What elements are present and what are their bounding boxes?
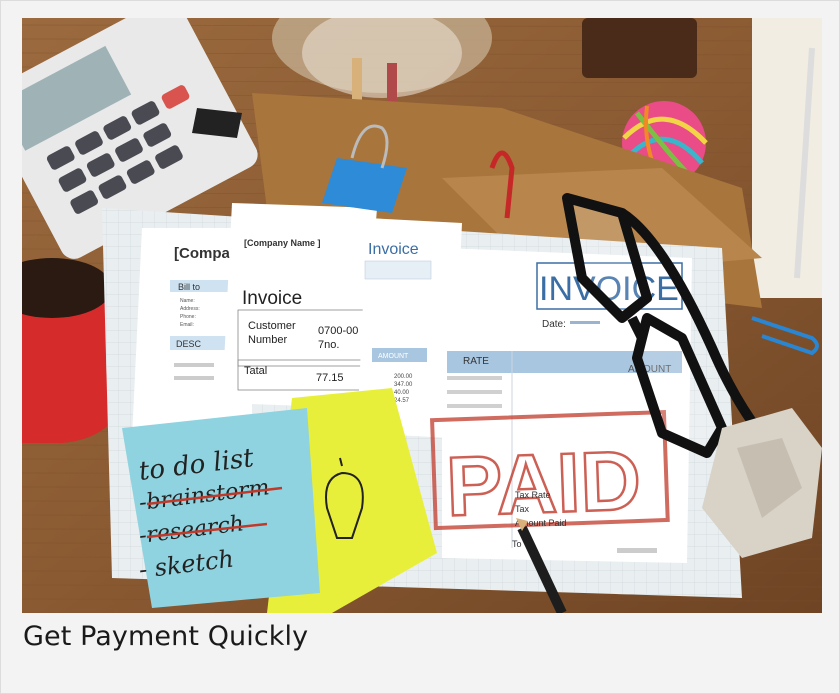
svg-text:To: To xyxy=(512,539,522,549)
svg-text:Phone:: Phone: xyxy=(180,314,196,320)
sticky-note-blue: to do list -brainstorm -research - sketc… xyxy=(122,408,320,608)
svg-text:347.00: 347.00 xyxy=(394,382,413,388)
svg-text:Address:: Address: xyxy=(180,306,200,312)
svg-text:Name:: Name: xyxy=(180,298,195,304)
svg-text:Tax Rate: Tax Rate xyxy=(515,490,551,500)
invoice-small-title: Invoice xyxy=(242,288,302,309)
svg-text:DESC: DESC xyxy=(176,339,202,349)
wallet xyxy=(582,18,697,78)
svg-text:0700-00: 0700-00 xyxy=(318,325,358,337)
svg-text:Email:: Email: xyxy=(180,322,194,328)
invoice-small: [Company Name ] Invoice Customer Number … xyxy=(222,203,377,408)
svg-text:40.00: 40.00 xyxy=(394,390,410,396)
svg-text:77.15: 77.15 xyxy=(316,372,344,384)
svg-text:24.57: 24.57 xyxy=(394,398,410,404)
svg-text:Customer: Customer xyxy=(248,320,296,332)
invoice-left-billto: Bill to xyxy=(178,282,200,292)
invoice-left-company: [Compa xyxy=(174,245,230,262)
svg-text:AMOUNT: AMOUNT xyxy=(378,353,409,360)
svg-text:200.00: 200.00 xyxy=(394,374,413,380)
svg-text:RATE: RATE xyxy=(463,356,489,367)
invoice-desk-photo: [Compa Bill to Name: Address: Phone: Ema… xyxy=(22,18,822,613)
svg-text:Date:: Date: xyxy=(542,319,566,330)
svg-text:Number: Number xyxy=(248,334,287,346)
image-card[interactable]: [Compa Bill to Name: Address: Phone: Ema… xyxy=(0,0,840,694)
invoice-mid-title: Invoice xyxy=(368,241,419,258)
svg-text:7no.: 7no. xyxy=(318,339,339,351)
image-caption[interactable]: Get Payment Quickly xyxy=(23,621,308,652)
invoice-small-company: [Company Name ] xyxy=(244,238,321,248)
binder-clip-black xyxy=(192,108,242,138)
svg-text:Tax: Tax xyxy=(515,504,530,514)
svg-text:Tatal: Tatal xyxy=(244,365,267,377)
